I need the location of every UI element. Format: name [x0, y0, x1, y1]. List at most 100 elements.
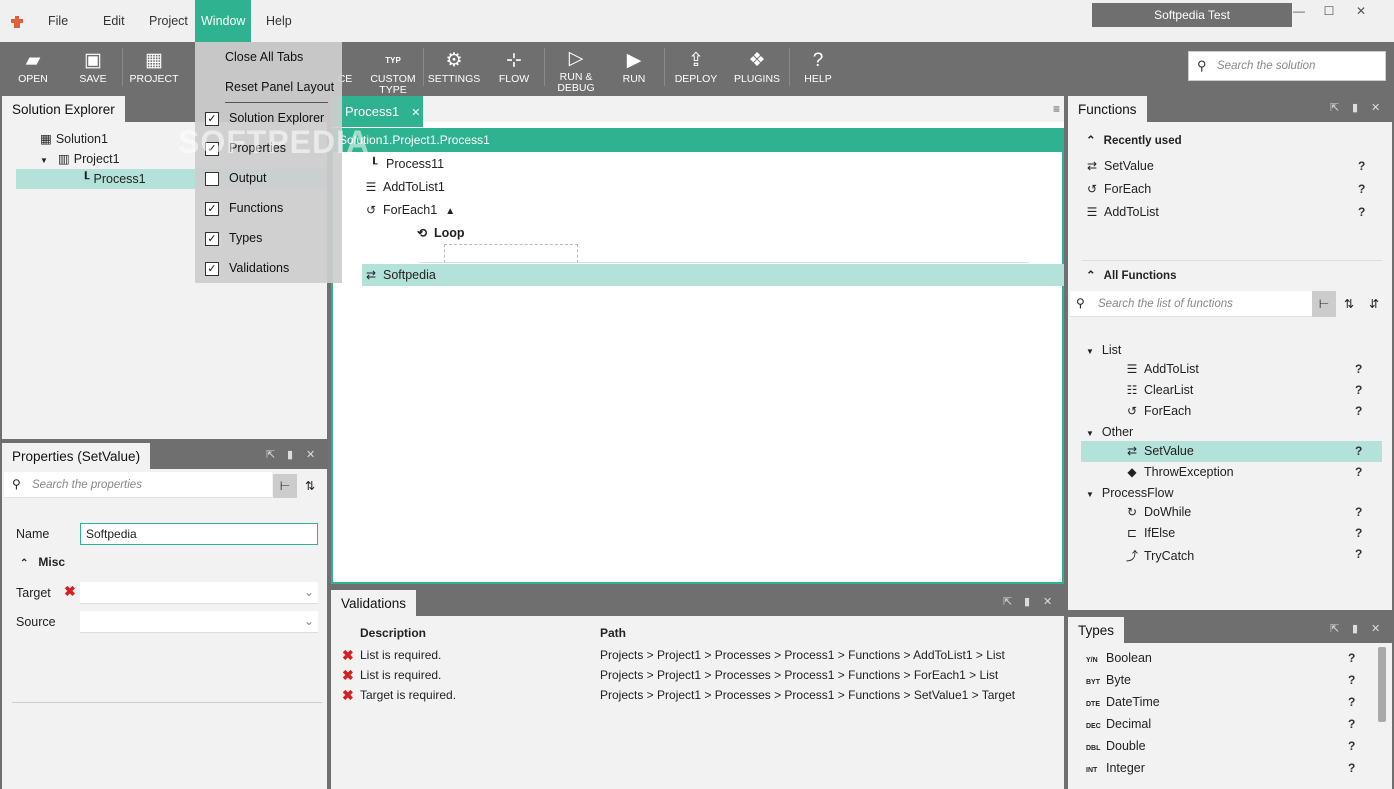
help-icon[interactable]: ? [1358, 159, 1365, 173]
categorize-icon[interactable]: ⊢ [1312, 291, 1336, 317]
run-debug-button[interactable]: ▷ RUN & DEBUG [549, 40, 603, 94]
menu-project[interactable]: Project [137, 0, 200, 42]
properties-tab[interactable]: Properties (SetValue) [2, 443, 151, 469]
group-processflow[interactable]: ▼ ProcessFlow [1086, 486, 1173, 500]
help-icon[interactable]: ? [1358, 182, 1365, 196]
help-icon[interactable]: ? [1355, 465, 1362, 479]
fn-trycatch[interactable]: ⤴ TryCatch [1123, 547, 1194, 564]
recent-foreach[interactable]: ↺ ForEach [1083, 182, 1151, 196]
help-icon[interactable]: ? [1355, 383, 1362, 397]
validation-path[interactable]: Projects > Project1 > Processes > Proces… [600, 668, 998, 682]
help-icon[interactable]: ? [1355, 444, 1362, 458]
tab-process1[interactable]: Process1 ✕ [331, 96, 423, 127]
process11-node[interactable]: ┖ Process11 [365, 157, 444, 171]
minimize-button[interactable]: — [1284, 4, 1314, 22]
source-select[interactable]: ⌄ [80, 611, 318, 633]
dock-icon[interactable]: ▮ [1352, 622, 1358, 635]
loop-node[interactable]: ⟲ Loop [413, 226, 465, 240]
softpedia-node[interactable]: ⇄ Softpedia [362, 268, 436, 282]
fn-setvalue[interactable]: ⇄ SetValue [1123, 444, 1194, 458]
run-button[interactable]: ▶ RUN [612, 42, 656, 92]
type-item[interactable]: BYT Byte [1086, 673, 1131, 687]
window-menu-item[interactable]: Output [195, 163, 342, 193]
tab-menu-icon[interactable]: ≡ [1053, 102, 1060, 116]
foreach-node[interactable]: ↺ ForEach1 ▲ [362, 203, 455, 217]
close-window-button[interactable]: ✕ [1346, 4, 1376, 22]
recently-used-header[interactable]: ⌃ Recently used [1086, 133, 1182, 147]
dock-icon[interactable]: ▮ [1024, 595, 1030, 608]
functions-search-input[interactable]: ⚲ Search the list of functions [1070, 291, 1312, 317]
tree-process[interactable]: ┖ Process1 [82, 171, 146, 186]
checkbox-checked-icon[interactable]: ✓ [205, 201, 219, 216]
close-icon[interactable]: ✕ [306, 448, 315, 461]
validation-description[interactable]: Target is required. [360, 688, 456, 702]
help-icon[interactable]: ? [1348, 761, 1355, 775]
help-icon[interactable]: ? [1348, 717, 1355, 731]
help-icon[interactable]: ? [1355, 362, 1362, 376]
pin-icon[interactable]: ⇱ [1003, 595, 1012, 608]
type-item[interactable]: Y/N Boolean [1086, 651, 1152, 665]
help-button[interactable]: ? HELP [796, 42, 840, 92]
types-tab[interactable]: Types [1068, 617, 1125, 643]
menu-file[interactable]: File [36, 0, 80, 42]
close-icon[interactable]: ✕ [1043, 595, 1052, 608]
help-icon[interactable]: ? [1355, 526, 1362, 540]
help-icon[interactable]: ? [1348, 651, 1355, 665]
plugins-button[interactable]: ❖ PLUGINS [729, 42, 785, 92]
fn-foreach[interactable]: ↺ ForEach [1123, 404, 1191, 418]
dock-icon[interactable]: ▮ [287, 448, 293, 461]
type-item[interactable]: DEC Decimal [1086, 717, 1151, 731]
fn-clearlist[interactable]: ☷ ClearList [1123, 383, 1194, 397]
close-icon[interactable]: ✕ [411, 107, 420, 119]
collapse-icon[interactable]: ▲ [445, 206, 455, 217]
window-menu-item[interactable]: ✓ Validations [195, 253, 342, 283]
deploy-button[interactable]: ⇪ DEPLOY [670, 42, 722, 92]
pin-icon[interactable]: ⇱ [1330, 101, 1339, 114]
all-functions-header[interactable]: ⌃ All Functions [1086, 268, 1176, 282]
solution-explorer-tab[interactable]: Solution Explorer [2, 96, 125, 122]
validation-path[interactable]: Projects > Project1 > Processes > Proces… [600, 648, 1005, 662]
dock-icon[interactable]: ▮ [1352, 101, 1358, 114]
help-icon[interactable]: ? [1355, 547, 1362, 561]
sort-az-icon[interactable]: ⇅ [1337, 291, 1361, 317]
help-icon[interactable]: ? [1355, 404, 1362, 418]
menu-window[interactable]: Window [195, 0, 251, 42]
maximize-button[interactable]: ☐ [1314, 4, 1344, 22]
help-icon[interactable]: ? [1358, 205, 1365, 219]
group-list[interactable]: ▼ List [1086, 343, 1121, 357]
project-button[interactable]: ▦ PROJECT [128, 42, 180, 92]
functions-tab[interactable]: Functions [1068, 96, 1147, 122]
misc-section[interactable]: ⌃ Misc [20, 555, 65, 569]
validations-tab[interactable]: Validations [331, 590, 417, 616]
validation-description[interactable]: List is required. [360, 668, 441, 682]
tree-project[interactable]: ▼ ▥ Project1 [40, 151, 120, 166]
close-icon[interactable]: ✕ [1371, 622, 1380, 635]
target-select[interactable]: ⌄ [80, 582, 318, 604]
sort-az-icon[interactable]: ⇅ [298, 474, 322, 498]
save-button[interactable]: ▣ SAVE [68, 42, 118, 92]
pin-icon[interactable]: ⇱ [266, 448, 275, 461]
reset-panel-layout-item[interactable]: Reset Panel Layout [195, 72, 342, 102]
close-icon[interactable]: ✕ [1371, 101, 1380, 114]
types-scrollbar[interactable] [1378, 647, 1386, 722]
fn-dowhile[interactable]: ↻ DoWhile [1123, 505, 1191, 519]
sort-za-icon[interactable]: ⇵ [1362, 291, 1386, 317]
addtolist-node[interactable]: ☰ AddToList1 [362, 180, 445, 194]
name-field[interactable]: Softpedia [80, 523, 318, 545]
checkbox-icon[interactable] [205, 171, 219, 186]
help-icon[interactable]: ? [1348, 695, 1355, 709]
fn-ifelse[interactable]: ⊏ IfElse [1123, 526, 1175, 540]
type-item[interactable]: INT Integer [1086, 761, 1145, 775]
type-item[interactable]: DBL Double [1086, 739, 1146, 753]
pin-icon[interactable]: ⇱ [1330, 622, 1339, 635]
help-icon[interactable]: ? [1355, 505, 1362, 519]
group-other[interactable]: ▼ Other [1086, 425, 1133, 439]
recent-setvalue[interactable]: ⇄ SetValue [1083, 159, 1154, 173]
properties-search-input[interactable]: ⚲ Search the properties [4, 472, 272, 498]
custom-type-button[interactable]: TYP CUSTOM TYPE [366, 42, 420, 96]
drop-zone[interactable] [444, 244, 578, 263]
flow-button[interactable]: ⊹ FLOW [490, 42, 538, 92]
fn-addtolist[interactable]: ☰ AddToList [1123, 362, 1199, 376]
solution-search-input[interactable]: ⚲ Search the solution [1188, 51, 1386, 81]
fn-throwexception[interactable]: ◆ ThrowException [1123, 465, 1233, 479]
